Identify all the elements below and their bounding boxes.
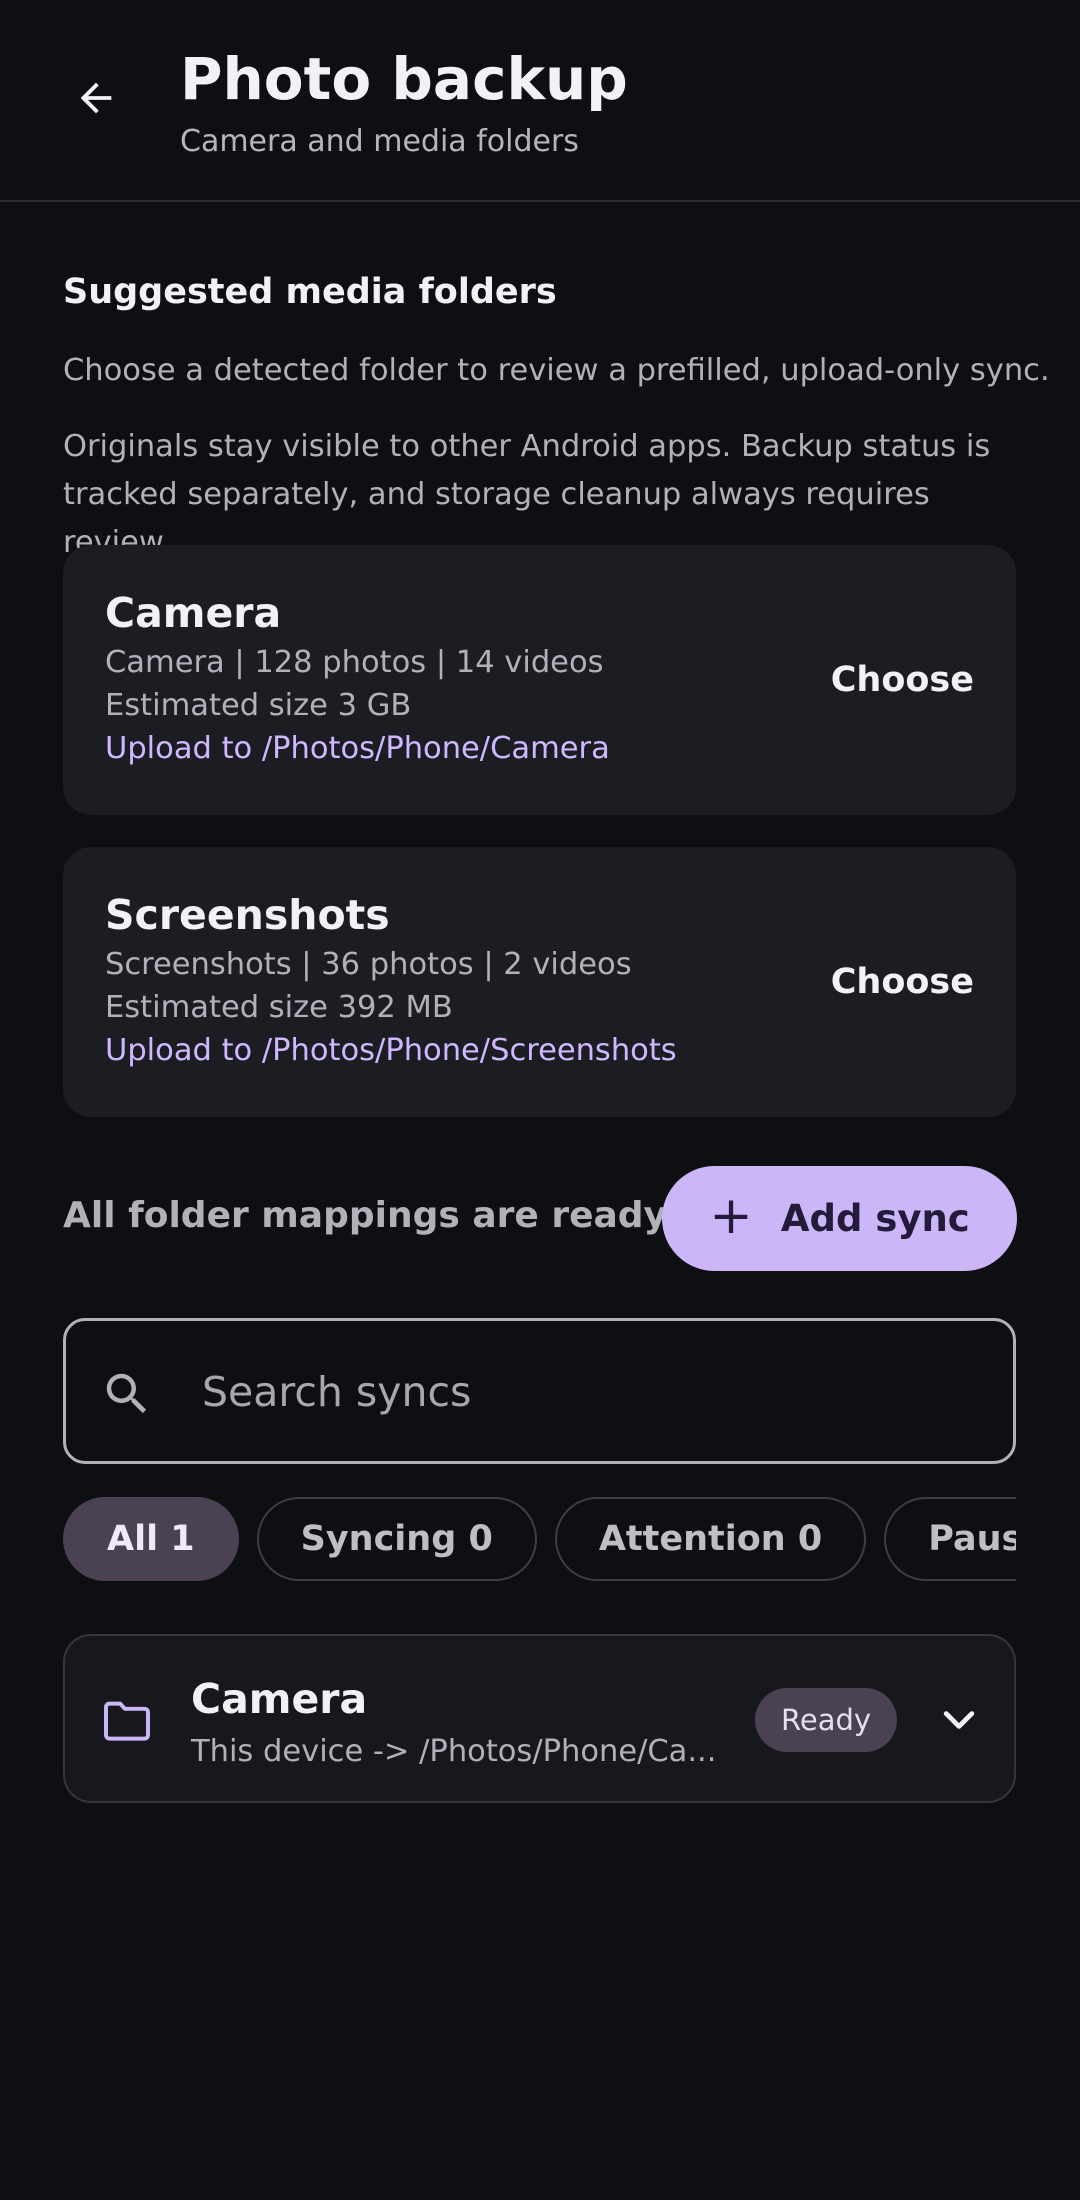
suggestion-destination: Upload to /Photos/Phone/Camera	[105, 731, 610, 766]
sync-name: Camera	[191, 1675, 368, 1723]
suggestion-meta: Camera | 128 photos | 14 videos	[105, 645, 604, 680]
choose-button[interactable]: Choose	[831, 952, 974, 1012]
suggestion-name: Camera	[105, 589, 282, 637]
page-subtitle: Camera and media folders	[180, 124, 579, 159]
filter-chip-all[interactable]: All 1	[63, 1497, 239, 1581]
sync-path: This device -> /Photos/Phone/Ca...	[191, 1734, 717, 1769]
filter-chip-syncing[interactable]: Syncing 0	[256, 1497, 537, 1581]
suggestion-size: Estimated size 392 MB	[105, 990, 453, 1025]
plus-icon: +	[709, 1185, 753, 1246]
search-input[interactable]	[200, 1359, 980, 1425]
search-icon	[106, 1373, 147, 1414]
status-badge: Ready	[755, 1688, 898, 1752]
search-field[interactable]	[63, 1318, 1016, 1464]
chevron-down-icon	[943, 1711, 975, 1729]
suggestion-card-camera[interactable]: Camera Camera | 128 photos | 14 videos E…	[63, 545, 1016, 815]
arrow-back-icon	[80, 82, 112, 114]
suggestion-meta: Screenshots | 36 photos | 2 videos	[105, 947, 632, 982]
suggestion-size: Estimated size 3 GB	[105, 688, 412, 723]
page-title: Photo backup	[180, 45, 628, 113]
suggestion-card-screenshots[interactable]: Screenshots Screenshots | 36 photos | 2 …	[63, 847, 1016, 1117]
sync-list-item[interactable]: Camera This device -> /Photos/Phone/Ca..…	[63, 1634, 1016, 1803]
section-description: Choose a detected folder to review a pre…	[63, 353, 1050, 388]
section-heading: Suggested media folders	[63, 272, 557, 312]
add-sync-button[interactable]: + Add sync	[662, 1166, 1017, 1271]
filter-chip-paused[interactable]: Paused 0	[884, 1497, 1016, 1581]
filter-chip-attention[interactable]: Attention 0	[554, 1497, 867, 1581]
suggestion-name: Screenshots	[105, 891, 390, 939]
back-button[interactable]	[54, 56, 138, 140]
folder-icon	[104, 1701, 150, 1741]
filter-chips: All 1Syncing 0Attention 0Paused 0	[63, 1497, 1016, 1581]
suggestion-destination: Upload to /Photos/Phone/Screenshots	[105, 1033, 677, 1068]
expand-button[interactable]	[925, 1686, 993, 1754]
add-sync-label: Add sync	[780, 1197, 970, 1240]
app-bar: Photo backup Camera and media folders	[0, 0, 1080, 202]
choose-button[interactable]: Choose	[831, 650, 974, 710]
mappings-status: All folder mappings are ready	[63, 1195, 668, 1236]
